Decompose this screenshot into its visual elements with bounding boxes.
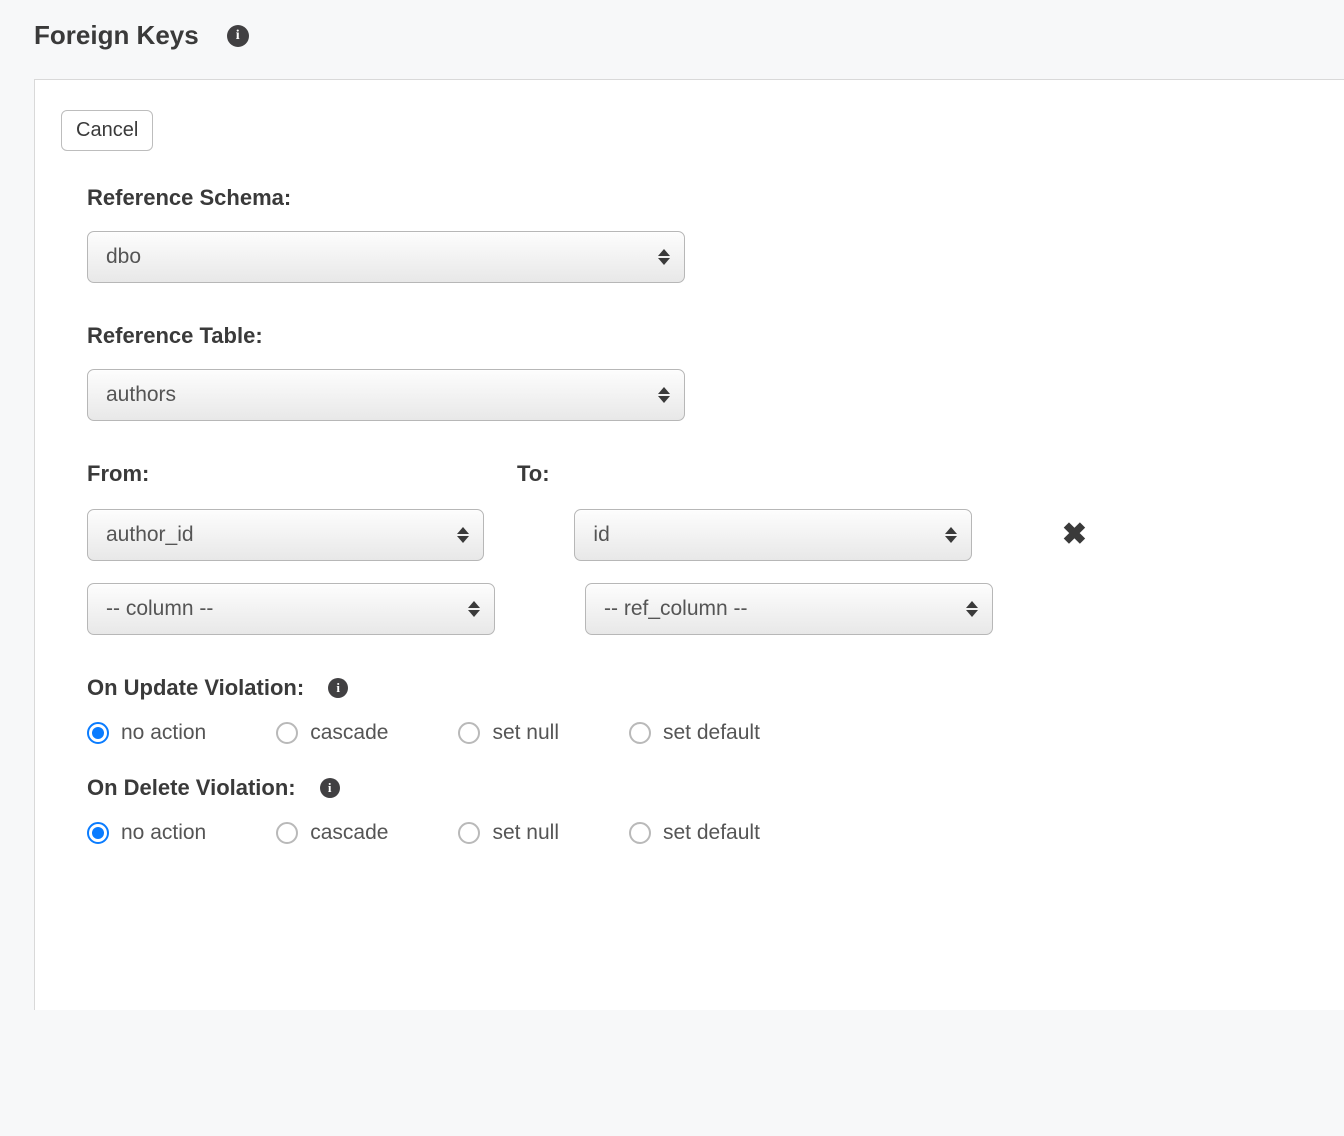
to-column-placeholder-select[interactable]: -- ref_column -- xyxy=(585,583,993,635)
from-column-placeholder-select[interactable]: -- column -- xyxy=(87,583,495,635)
reference-table-select[interactable]: authors xyxy=(87,369,685,421)
on-update-radio-group: no action cascade set null set default xyxy=(87,721,1087,745)
section-title: Foreign Keys xyxy=(34,20,199,51)
info-icon[interactable]: i xyxy=(227,25,249,47)
info-icon[interactable]: i xyxy=(328,678,348,698)
chevron-updown-icon xyxy=(658,387,670,403)
on-delete-radio-group: no action cascade set null set default xyxy=(87,821,1087,845)
to-label: To: xyxy=(517,461,857,487)
to-column-placeholder: -- ref_column -- xyxy=(604,597,748,621)
chevron-updown-icon xyxy=(468,601,480,617)
cancel-button[interactable]: Cancel xyxy=(61,110,153,151)
on-delete-label: On Delete Violation: i xyxy=(87,775,1087,801)
reference-table-value: authors xyxy=(106,383,176,407)
on-update-set-default[interactable]: set default xyxy=(629,721,760,745)
chevron-updown-icon xyxy=(966,601,978,617)
from-column-placeholder: -- column -- xyxy=(106,597,213,621)
reference-table-label: Reference Table: xyxy=(87,323,1087,349)
chevron-updown-icon xyxy=(945,527,957,543)
on-delete-no-action[interactable]: no action xyxy=(87,821,206,845)
on-update-label: On Update Violation: i xyxy=(87,675,1087,701)
on-update-set-null[interactable]: set null xyxy=(458,721,559,745)
to-column-select[interactable]: id xyxy=(574,509,971,561)
from-column-value: author_id xyxy=(106,523,194,547)
on-delete-cascade[interactable]: cascade xyxy=(276,821,388,845)
on-update-no-action[interactable]: no action xyxy=(87,721,206,745)
reference-schema-value: dbo xyxy=(106,245,141,269)
reference-schema-label: Reference Schema: xyxy=(87,185,1087,211)
chevron-updown-icon xyxy=(658,249,670,265)
to-column-value: id xyxy=(593,523,609,547)
chevron-updown-icon xyxy=(457,527,469,543)
info-icon[interactable]: i xyxy=(320,778,340,798)
remove-mapping-icon[interactable]: ✖ xyxy=(1062,520,1087,550)
foreign-key-panel: Cancel Reference Schema: dbo Reference T… xyxy=(34,79,1344,1010)
from-label: From: xyxy=(87,461,427,487)
reference-schema-select[interactable]: dbo xyxy=(87,231,685,283)
on-update-cascade[interactable]: cascade xyxy=(276,721,388,745)
from-column-select[interactable]: author_id xyxy=(87,509,484,561)
on-delete-set-default[interactable]: set default xyxy=(629,821,760,845)
on-delete-set-null[interactable]: set null xyxy=(458,821,559,845)
